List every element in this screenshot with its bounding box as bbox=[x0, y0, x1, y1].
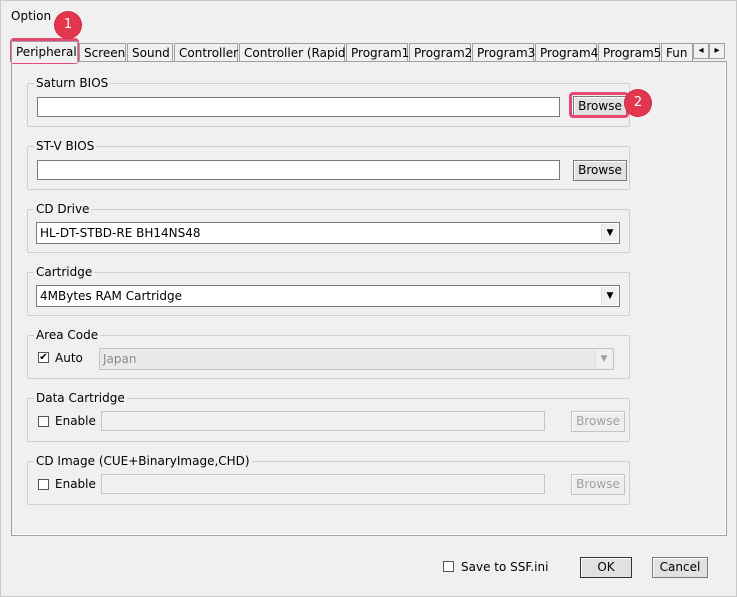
tab-sound[interactable]: Sound bbox=[127, 43, 173, 62]
chevron-down-icon[interactable]: ▼ bbox=[601, 224, 618, 242]
stv-bios-path-input[interactable] bbox=[37, 160, 560, 180]
saturn-bios-label: Saturn BIOS bbox=[34, 76, 111, 90]
tab-program5[interactable]: Program5 bbox=[598, 43, 661, 62]
option-dialog: Option Peripheral Screen Sound Controlle… bbox=[0, 0, 737, 597]
tab-scroll-right-icon[interactable]: ▸ bbox=[709, 43, 725, 59]
data-cartridge-path-input[interactable] bbox=[101, 411, 545, 431]
tab-fun[interactable]: Fun bbox=[661, 43, 693, 62]
cd-image-enable-checkbox[interactable] bbox=[38, 479, 49, 490]
cd-drive-label: CD Drive bbox=[34, 202, 92, 216]
cd-image-path-input[interactable] bbox=[101, 474, 545, 494]
tab-controller-rapid[interactable]: Controller (Rapid) bbox=[239, 43, 350, 62]
annotation-badge-2: 2 bbox=[625, 90, 651, 116]
peripheral-tab-panel: Saturn BIOS Browse ST-V BIOS Browse CD D… bbox=[11, 61, 727, 536]
data-cartridge-enable-checkbox[interactable] bbox=[38, 416, 49, 427]
save-to-ini-checkbox[interactable] bbox=[443, 561, 454, 572]
cd-image-browse-button[interactable]: Browse bbox=[571, 474, 625, 495]
area-code-select[interactable]: Japan ▼ bbox=[99, 348, 614, 370]
save-to-ini-label: Save to SSF.ini bbox=[461, 560, 549, 574]
cartridge-select[interactable]: 4MBytes RAM Cartridge ▼ bbox=[36, 285, 620, 307]
stv-bios-label: ST-V BIOS bbox=[34, 139, 97, 153]
browse-button-highlight bbox=[569, 92, 629, 118]
tab-strip: Peripheral Screen Sound Controller Contr… bbox=[11, 41, 725, 63]
area-code-selected-value: Japan bbox=[103, 352, 137, 366]
cd-drive-select[interactable]: HL-DT-STBD-RE BH14NS48 ▼ bbox=[36, 222, 620, 244]
tab-peripheral[interactable]: Peripheral bbox=[11, 41, 78, 63]
tab-program3[interactable]: Program3 bbox=[472, 43, 535, 62]
tab-controller[interactable]: Controller bbox=[174, 43, 238, 62]
annotation-badge-1: 1 bbox=[55, 12, 81, 38]
tab-program1[interactable]: Program1 bbox=[346, 43, 409, 62]
cartridge-label: Cartridge bbox=[34, 265, 95, 279]
cd-image-label: CD Image (CUE+BinaryImage,CHD) bbox=[34, 454, 252, 468]
window-title: Option bbox=[11, 9, 52, 23]
area-code-auto-checkbox[interactable]: ✔ bbox=[38, 352, 49, 363]
area-code-label: Area Code bbox=[34, 328, 101, 342]
chevron-down-icon[interactable]: ▼ bbox=[601, 287, 618, 305]
stv-bios-browse-button[interactable]: Browse bbox=[573, 160, 627, 181]
tab-screen[interactable]: Screen bbox=[79, 43, 126, 62]
data-cartridge-label: Data Cartridge bbox=[34, 391, 127, 405]
cd-image-enable-label: Enable bbox=[55, 477, 96, 491]
cancel-button[interactable]: Cancel bbox=[652, 557, 708, 578]
saturn-bios-path-input[interactable] bbox=[37, 97, 560, 117]
tab-scroll-left-icon[interactable]: ◂ bbox=[693, 43, 709, 59]
cd-drive-selected-value: HL-DT-STBD-RE BH14NS48 bbox=[40, 226, 201, 240]
tab-program2[interactable]: Program2 bbox=[409, 43, 472, 62]
area-code-auto-label: Auto bbox=[55, 351, 83, 365]
data-cartridge-browse-button[interactable]: Browse bbox=[571, 411, 625, 432]
ok-button[interactable]: OK bbox=[580, 557, 632, 578]
data-cartridge-enable-label: Enable bbox=[55, 414, 96, 428]
chevron-down-icon[interactable]: ▼ bbox=[595, 350, 612, 368]
cartridge-selected-value: 4MBytes RAM Cartridge bbox=[40, 289, 182, 303]
tab-program4[interactable]: Program4 bbox=[535, 43, 598, 62]
